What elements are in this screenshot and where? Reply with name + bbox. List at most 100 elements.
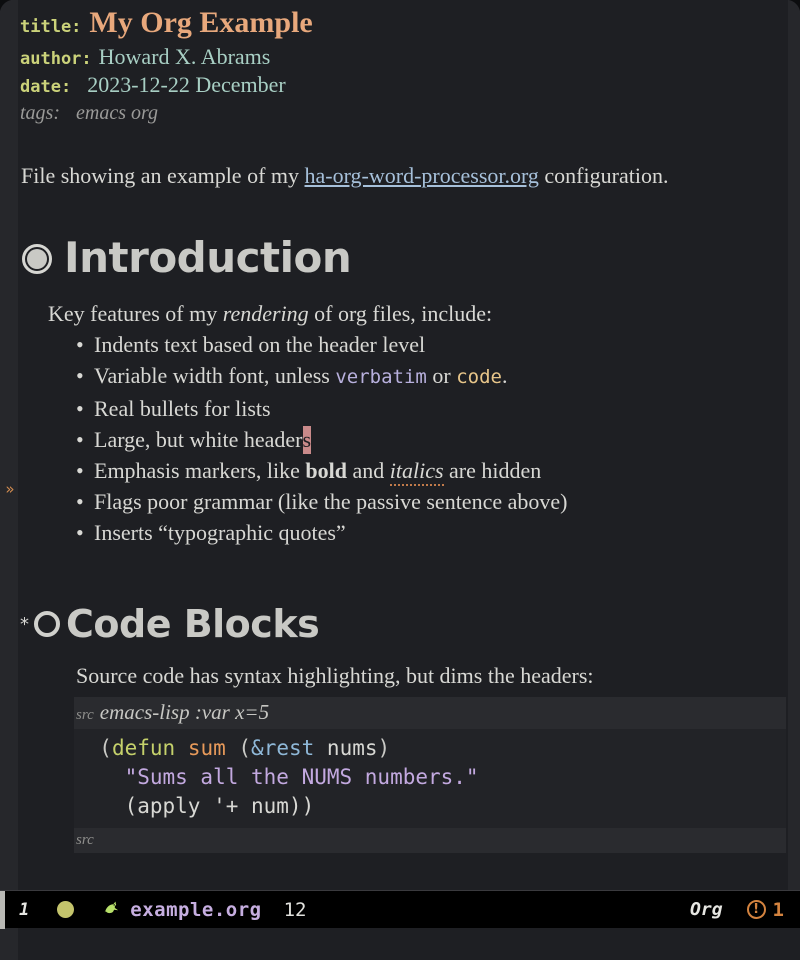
error-count[interactable]: 1 [773, 899, 784, 921]
asterisk-ring-bullet-icon: * [18, 600, 66, 648]
org-keyword-title: title: My Org Example [20, 5, 788, 41]
lead-after-italic: of org files, include: [308, 301, 493, 326]
org-src-block[interactable]: src emacs-lisp :var x=5 (defun sum (&rest… [74, 697, 786, 853]
code-token-str: "Sums all the NUMS numbers." [74, 765, 479, 789]
org-title-value: My Org Example [89, 6, 313, 39]
gnu-icon [102, 899, 124, 921]
org-author-value: Howard X. Abrams [98, 44, 271, 69]
org-keyword-date: date: 2023-12-22 December [20, 71, 788, 98]
verbatim-sample: verbatim [335, 366, 427, 388]
org-src-begin-tag: src [76, 707, 94, 723]
org-src-code-line: "Sums all the NUMS numbers." [74, 763, 786, 792]
list-item-middle: or [426, 363, 457, 388]
buffer-status-dot-icon[interactable] [57, 901, 75, 918]
org-tags-value: emacs org [76, 102, 159, 124]
bullet-dot-icon: • [76, 363, 84, 388]
intro-paragraph: File showing an example of my ha-org-wor… [21, 162, 788, 190]
buffer-text-area[interactable]: title: My Org Example author: Howard X. … [18, 0, 788, 890]
code-token-fn: sum [187, 736, 226, 760]
buffer-name[interactable]: example.org [130, 899, 261, 921]
org-keyword-tags-label: tags: [20, 102, 60, 124]
asterisk-icon: * [20, 614, 29, 635]
right-fringe [788, 0, 800, 890]
section-code-blocks-body: Source code has syntax highlighting, but… [74, 660, 788, 853]
fringe-continuation-marker: » [5, 480, 15, 498]
org-src-end-line: src [74, 828, 786, 853]
code-token-var [175, 736, 188, 760]
intro-text-after-link: configuration. [538, 163, 669, 188]
org-src-code[interactable]: (defun sum (&rest nums) "Sums all the NU… [74, 729, 786, 828]
intro-lead-line: Key features of my rendering of org file… [48, 298, 788, 329]
list-item-text: Large, but white header [94, 427, 303, 452]
code-token-var: (apply '+ num)) [74, 794, 315, 818]
mode-line-left: 1 example.org 12 [5, 899, 690, 921]
code-token-var: nums [326, 736, 378, 760]
list-item-suffix: are hidden [443, 458, 542, 483]
list-item: • Real bullets for lists [76, 393, 788, 424]
echo-area-left-fringe [0, 928, 18, 960]
intro-text-before-link: File showing an example of my [21, 163, 305, 188]
list-item-text: Emphasis markers, like [94, 458, 306, 483]
org-keyword-block: title: My Org Example author: Howard X. … [18, 5, 788, 126]
code-token-kw: defun [111, 736, 176, 760]
list-item-suffix: . [501, 363, 508, 388]
code-token-paren: ) [377, 736, 391, 760]
org-keyword-author: author: Howard X. Abrams [20, 43, 788, 70]
mode-line-right: Org ! 1 [690, 899, 800, 921]
bullet-dot-icon: • [76, 332, 84, 357]
emacs-frame: » title: My Org Example author: Howard X… [0, 0, 800, 960]
list-item: • Flags poor grammar (like the passive se… [76, 486, 788, 517]
org-src-code-line: (apply '+ num)) [74, 792, 786, 821]
org-date-value: 2023-12-22 December [87, 72, 286, 97]
org-keyword-tags: tags: emacs org [20, 101, 788, 126]
list-item-text: Flags poor grammar (like the passive sen… [94, 489, 568, 514]
list-item-middle: and [347, 458, 390, 483]
window-number: 1 [19, 899, 30, 920]
bullet-dot-icon: • [76, 520, 84, 545]
org-keyword-title-label: title: [20, 17, 82, 37]
heading-introduction-text: Introduction [64, 233, 352, 282]
list-item-text: Indents text based on the header level [94, 332, 426, 357]
list-item-text: Real bullets for lists [94, 396, 271, 421]
heading-code-blocks[interactable]: * Code Blocks [18, 600, 788, 648]
code-section-lead: Source code has syntax highlighting, but… [76, 663, 594, 688]
bullet-dot-icon: • [76, 396, 84, 421]
code-sample: code [456, 366, 502, 388]
italic-sample: italics [389, 458, 444, 486]
org-link-ha-org-word-processor[interactable]: ha-org-word-processor.org [305, 163, 539, 188]
org-keyword-date-label: date: [20, 77, 72, 97]
mode-line: 1 example.org 12 Org ! 1 [0, 890, 800, 929]
lead-before-italic: Key features of my [48, 301, 223, 326]
code-token-var [314, 736, 327, 760]
org-src-begin-args: emacs-lisp :var x=5 [99, 700, 270, 724]
text-cursor: s [302, 426, 312, 454]
line-number: 12 [283, 898, 307, 921]
code-token-paren: ( [74, 736, 112, 760]
list-item-text: Variable width font, unless [94, 363, 336, 388]
circle-filled-ring-bullet-icon [18, 232, 64, 284]
code-token-paren: ( [225, 736, 252, 760]
list-item: • Indents text based on the header level [76, 329, 788, 360]
major-mode-name[interactable]: Org [690, 899, 723, 920]
org-src-code-line: (defun sum (&rest nums) [74, 734, 786, 763]
list-item: • Emphasis markers, like bold and italics… [76, 455, 788, 486]
bullet-dot-icon: • [76, 458, 84, 483]
org-src-end-tag: src [76, 832, 94, 848]
bullet-dot-icon: • [76, 489, 84, 514]
circle-exclamation-icon[interactable]: ! [746, 900, 766, 919]
lead-italic-rendering: rendering [222, 301, 309, 326]
list-item: • Inserts “typographic quotes” [76, 517, 788, 548]
list-item: • Large, but white headers [76, 424, 788, 455]
heading-code-blocks-text: Code Blocks [66, 602, 320, 646]
left-fringe [0, 0, 18, 890]
heading-introduction[interactable]: Introduction [18, 232, 788, 284]
list-item-text: Inserts “typographic quotes” [94, 520, 346, 545]
code-token-amp: &rest [251, 736, 315, 760]
org-src-begin-line: src emacs-lisp :var x=5 [74, 697, 786, 729]
bullet-dot-icon: • [76, 427, 84, 452]
list-item: • Variable width font, unless verbatim or… [76, 360, 788, 393]
section-introduction-body: Key features of my rendering of org file… [48, 298, 788, 548]
bold-sample: bold [305, 458, 347, 483]
echo-area [0, 928, 800, 960]
feature-bullet-list: • Indents text based on the header level … [48, 329, 788, 548]
